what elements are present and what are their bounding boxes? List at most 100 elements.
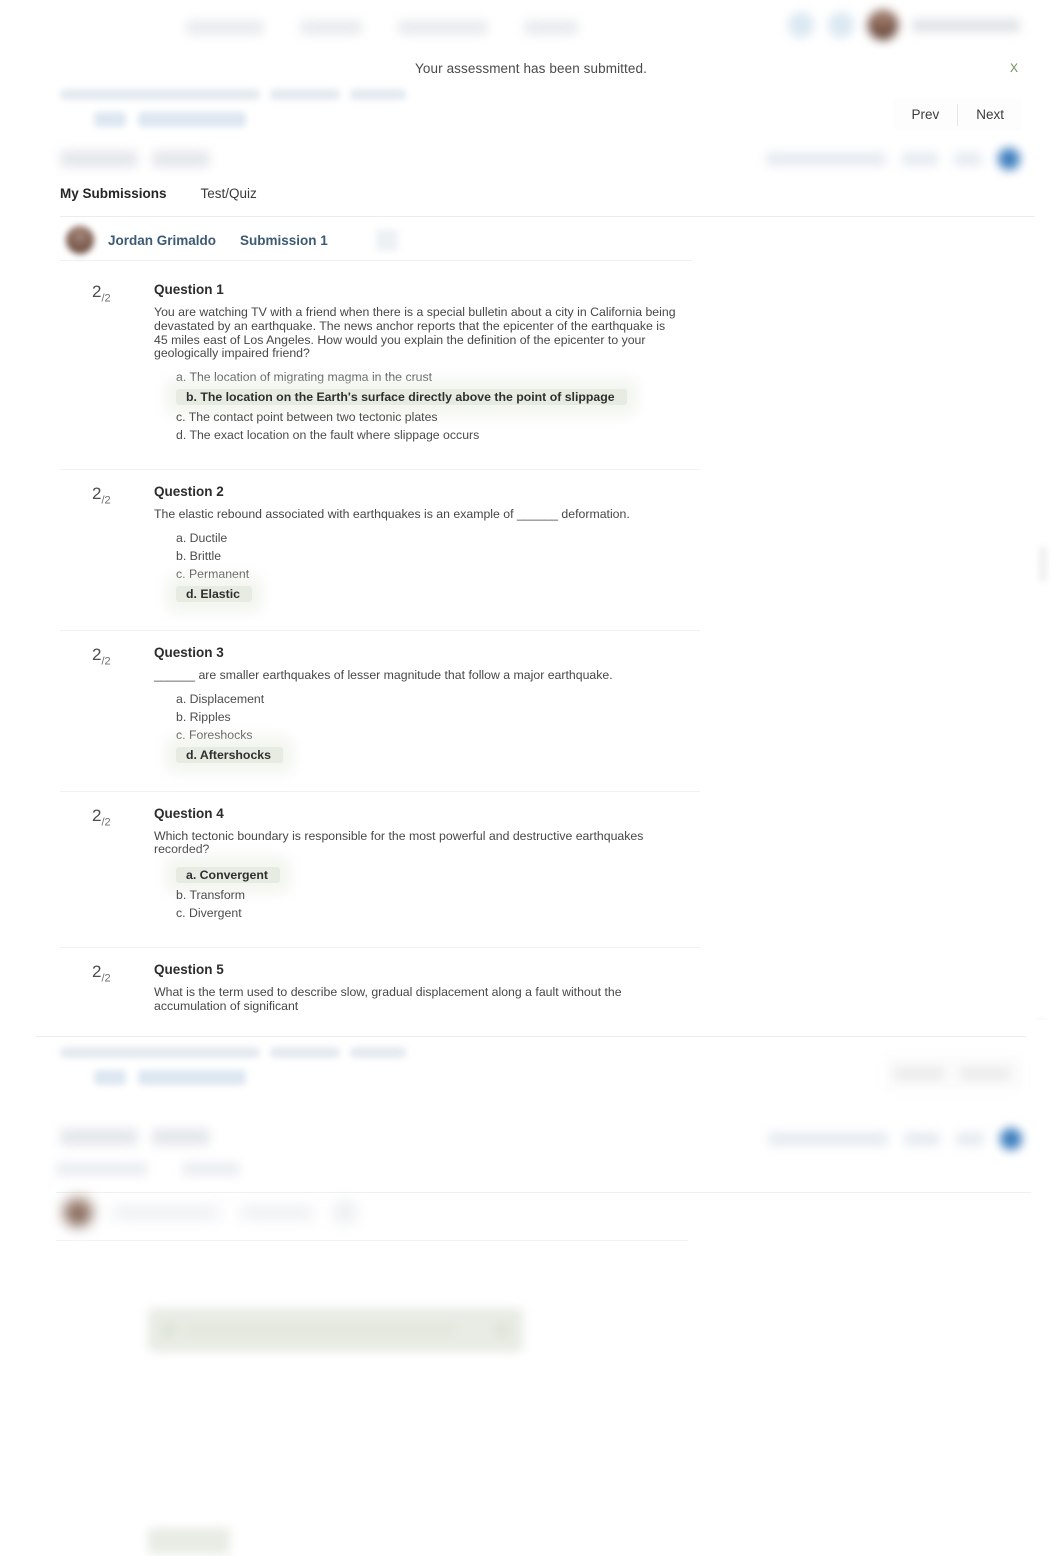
answer-option[interactable]: c. Foreshocks [176,728,253,740]
question-score: 2/2 [92,645,111,667]
status-badge [998,148,1020,170]
answer-option-selected[interactable]: b. The location on the Earth's surface d… [176,389,627,406]
question-body: Question 2 The elastic rebound associated… [154,484,700,608]
footer-tab-my-submissions[interactable] [56,1162,148,1176]
answer-option-row: c. Foreshocks [176,728,700,747]
breadcrumb-sub-item-1[interactable] [94,111,126,127]
footer-page-title [60,1128,210,1146]
questions-list: 2/2 Question 1 You are watching TV with a … [60,268,700,1046]
question-score-denominator: /2 [101,292,111,305]
student-name[interactable]: Jordan Grimaldo [108,233,216,248]
answer-option[interactable]: a. The location of migrating magma in th… [176,371,432,383]
due-date-label [766,152,886,166]
answer-option-selected[interactable]: a. Convergent [176,867,280,884]
question-block: 2/2 Question 1 You are watching TV with a … [60,268,700,471]
footer-submission-options-icon[interactable] [334,1201,356,1223]
breadcrumb-item-section[interactable] [350,88,406,100]
answer-option[interactable]: b. Ripples [176,710,231,722]
user-name-label [912,18,1020,32]
top-nav-item-3[interactable] [398,20,488,35]
answer-option[interactable]: c. Permanent [176,568,249,580]
question-score: 2/2 [92,484,111,506]
footer-breadcrumb-item-2[interactable] [270,1046,340,1058]
answer-option[interactable]: c. Divergent [176,907,242,919]
question-score: 2/2 [92,962,111,984]
chevron-down-icon[interactable] [495,1323,509,1337]
footer-due-date-label [768,1132,888,1146]
answer-option-row: b. The location on the Earth's surface d… [176,389,700,411]
breadcrumb-item-course[interactable] [60,88,260,100]
notifications-icon[interactable] [788,12,814,38]
breadcrumb[interactable] [60,88,880,132]
question-text: You are watching TV with a friend when t… [154,305,676,361]
top-nav-user-area [788,10,1020,40]
points-label [902,152,938,166]
page-title-actions [766,148,1020,170]
page-title-word-1 [60,150,138,168]
page-title-row [60,148,1020,180]
next-button[interactable]: Next [958,99,1022,130]
breadcrumb-item-module[interactable] [270,88,340,100]
scrollbar-thumb[interactable] [1040,546,1046,582]
messages-icon[interactable] [828,12,854,38]
student-avatar [66,226,94,254]
footer-title-actions [768,1128,1022,1150]
close-icon[interactable]: X [1010,61,1018,75]
footer-next-button[interactable] [960,1066,1010,1080]
top-nav-item-2[interactable] [300,20,362,35]
question-body: Question 4 Which tectonic boundary is res… [154,806,700,926]
footer-breadcrumb[interactable] [60,1046,880,1090]
feedback-banner[interactable] [148,1308,523,1352]
footer-breadcrumb-sub-1[interactable] [94,1069,126,1085]
answer-option[interactable]: b. Brittle [176,550,221,562]
answer-option-row: a. The location of migrating magma in th… [176,371,700,389]
question-title: Question 1 [154,282,224,297]
feedback-banner-leading-icon [162,1323,176,1337]
footer-breadcrumb-sub-2[interactable] [138,1069,246,1085]
footer-pager-controls[interactable] [886,1056,1022,1090]
answer-option[interactable]: a. Ductile [176,532,227,544]
answer-options: a. Displacement b. Ripples c. Foreshocks d.… [176,692,700,769]
answer-option-row: b. Brittle [176,550,700,568]
question-text: The elastic rebound associated with eart… [154,507,630,522]
top-nav-menu[interactable] [186,20,578,35]
submission-tabs: My Submissions Test/Quiz [60,186,1035,216]
answer-option-row: d. Aftershocks [176,746,700,769]
answer-options: a. Convergent b. Transform c. Divergent [176,867,700,925]
footer-submission-divider [56,1240,688,1241]
footer-score-label [956,1132,984,1146]
footer-tabs[interactable] [56,1162,240,1176]
tab-my-submissions[interactable]: My Submissions [60,186,167,207]
question-score-denominator: /2 [101,815,111,828]
answer-option[interactable]: b. Transform [176,889,245,901]
footer-student-name[interactable] [112,1205,220,1219]
answer-option-row: b. Transform [176,889,700,907]
answer-option-row: a. Displacement [176,692,700,711]
breadcrumb-sub-item-2[interactable] [138,111,246,127]
submission-number[interactable]: Submission 1 [240,233,328,248]
tab-test-quiz[interactable]: Test/Quiz [201,186,257,207]
submission-options-icon[interactable] [375,229,398,251]
top-nav-item-4[interactable] [524,20,578,35]
answer-option[interactable]: d. The exact location on the fault where… [176,429,479,441]
answer-option[interactable]: c. The contact point between two tectoni… [176,411,438,423]
answer-option-row: c. Divergent [176,907,700,925]
answer-option-selected[interactable]: d. Elastic [176,585,252,602]
question-body: Question 3 ______ are smaller earthquakes… [154,645,700,769]
answer-option-selected[interactable]: d. Aftershocks [176,746,283,763]
footer-tab-test-quiz[interactable] [182,1162,240,1176]
answer-option[interactable]: a. Displacement [176,692,264,704]
footer-breadcrumb-item-3[interactable] [350,1046,406,1058]
avatar[interactable] [868,10,898,40]
top-nav-item-1[interactable] [186,20,264,35]
question-score: 2/2 [92,806,111,828]
question-text: What is the term used to describe slow, … [154,985,622,1013]
footer-submission-number[interactable] [240,1205,314,1219]
pager-controls: Prev Next [893,99,1022,130]
footer-prev-button[interactable] [894,1066,944,1080]
footer-breadcrumb-item-1[interactable] [60,1046,260,1058]
answer-option-row: d. The exact location on the fault where… [176,429,700,447]
tabs-divider [60,216,1035,217]
prev-button[interactable]: Prev [893,99,957,130]
footer-action-button[interactable] [148,1528,230,1554]
